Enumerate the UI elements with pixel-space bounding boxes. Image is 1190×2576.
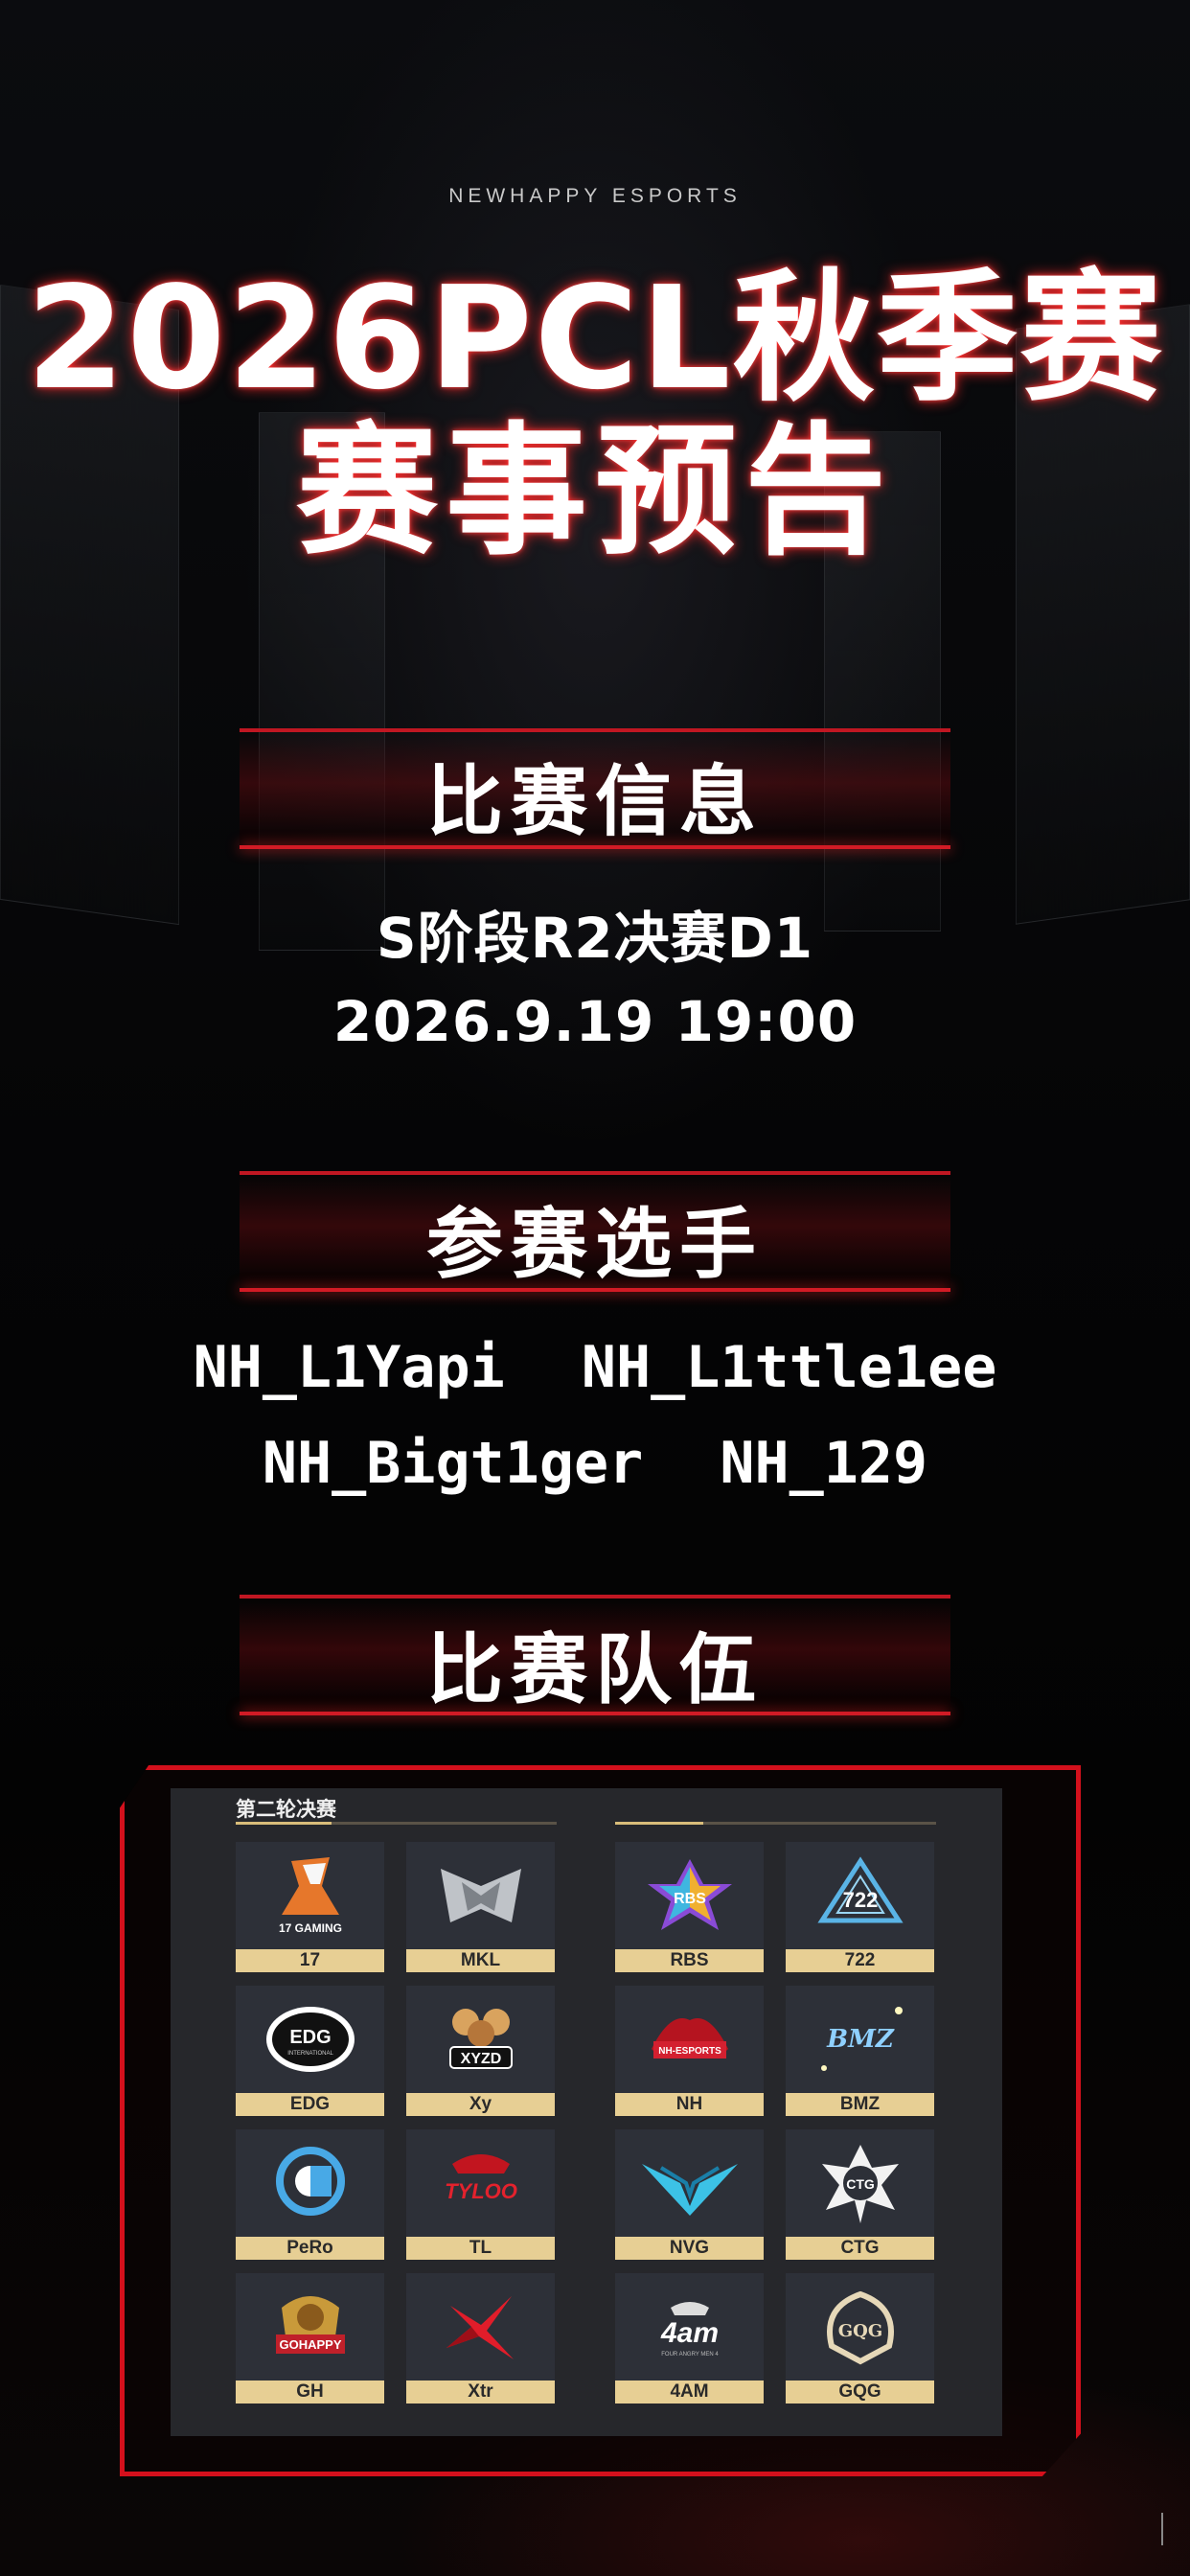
- divider-accent: [615, 1822, 703, 1825]
- team-tile: Xtr: [406, 2273, 555, 2404]
- team-17-logo: 17 GAMING: [236, 1842, 384, 1949]
- team-name: NH: [615, 2093, 764, 2116]
- team-tile: NVG: [615, 2129, 764, 2260]
- player-name: NH_Bigt1ger: [262, 1430, 644, 1497]
- team-tile: MKL: [406, 1842, 555, 1972]
- logo-text: BMZ: [826, 2025, 895, 2054]
- team-xy-logo: XYZD: [406, 1986, 555, 2093]
- team-4am-logo: 4am FOUR ANGRY MEN 4: [615, 2273, 764, 2380]
- brand-label: NEWHAPPY ESPORTS: [448, 185, 742, 207]
- logo-text: TYLOO: [445, 2179, 517, 2203]
- main-subtitle: 赛事预告: [296, 409, 894, 574]
- team-bmz-logo: BMZ: [786, 1986, 934, 2093]
- corner-mark: [1161, 2513, 1173, 2545]
- player-row: NH_L1Yapi NH_L1ttle1ee: [0, 1334, 1190, 1401]
- poster: NEWHAPPY ESPORTS 2026PCL秋季赛 赛事预告 比赛信息 S阶…: [0, 0, 1190, 2576]
- team-name: GQG: [786, 2380, 934, 2404]
- team-nvg-logo: [615, 2129, 764, 2237]
- logo-text: RBS: [674, 1891, 706, 1907]
- logo-text: 722: [842, 1888, 878, 1912]
- team-name: BMZ: [786, 2093, 934, 2116]
- logo-text: GQG: [837, 2321, 881, 2341]
- team-name: MKL: [406, 1949, 555, 1972]
- team-name: 17: [236, 1949, 384, 1972]
- team-name: EDG: [236, 2093, 384, 2116]
- team-tile: NH-ESPORTS NH: [615, 1986, 764, 2116]
- logo-text: 4am: [659, 2317, 718, 2349]
- team-tile: CTG CTG: [786, 2129, 934, 2260]
- player-name: NH_129: [720, 1430, 928, 1497]
- team-tile: GOHAPPY GH: [236, 2273, 384, 2404]
- player-row: NH_Bigt1ger NH_129: [0, 1430, 1190, 1497]
- team-xtr-logo: [406, 2273, 555, 2380]
- match-stage: S阶段R2决赛D1: [376, 906, 814, 971]
- team-name: CTG: [786, 2237, 934, 2260]
- section-title-info: 比赛信息: [426, 757, 764, 846]
- team-name: GH: [236, 2380, 384, 2404]
- team-rbs-logo: RBS: [615, 1842, 764, 1949]
- team-edg-logo: EDG INTERNATIONAL: [236, 1986, 384, 2093]
- team-gqg-logo: GQG: [786, 2273, 934, 2380]
- team-name: RBS: [615, 1949, 764, 1972]
- team-nh-logo: NH-ESPORTS: [615, 1986, 764, 2093]
- section-title-players: 参赛选手: [426, 1200, 764, 1289]
- round-label: 第二轮决赛: [236, 1798, 336, 1821]
- team-gh-logo: GOHAPPY: [236, 2273, 384, 2380]
- team-tile: TYLOO TL: [406, 2129, 555, 2260]
- team-tile: 722 722: [786, 1842, 934, 1972]
- team-tile: BMZ BMZ: [786, 1986, 934, 2116]
- team-mkl-logo: [406, 1842, 555, 1949]
- logo-text: XYZD: [460, 2051, 501, 2067]
- team-tl-logo: TYLOO: [406, 2129, 555, 2237]
- section-title-teams: 比赛队伍: [426, 1625, 764, 1714]
- divider-accent: [236, 1822, 332, 1825]
- team-tile: 17 GAMING 17: [236, 1842, 384, 1972]
- team-name: Xtr: [406, 2380, 555, 2404]
- team-name: NVG: [615, 2237, 764, 2260]
- team-pero-logo: [236, 2129, 384, 2237]
- team-name: 722: [786, 1949, 934, 1972]
- team-name: TL: [406, 2237, 555, 2260]
- team-tile: RBS RBS: [615, 1842, 764, 1972]
- team-722-logo: 722: [786, 1842, 934, 1949]
- logo-text: CTG: [846, 2176, 875, 2192]
- team-ctg-logo: CTG: [786, 2129, 934, 2237]
- team-tile: 4am FOUR ANGRY MEN 4 4AM: [615, 2273, 764, 2404]
- team-tile: PeRo: [236, 2129, 384, 2260]
- match-datetime: 2026.9.19 19:00: [332, 989, 858, 1054]
- logo-text: GOHAPPY: [279, 2337, 341, 2352]
- team-name: PeRo: [236, 2237, 384, 2260]
- team-name: Xy: [406, 2093, 555, 2116]
- logo-text: 17 GAMING: [278, 1921, 341, 1935]
- team-name: 4AM: [615, 2380, 764, 2404]
- logo-subtext: INTERNATIONAL: [287, 2051, 333, 2057]
- player-name: NH_L1ttle1ee: [581, 1334, 997, 1401]
- logo-text: NH-ESPORTS: [658, 2046, 721, 2057]
- logo-subtext: FOUR ANGRY MEN 4: [661, 2352, 719, 2358]
- player-name: NH_L1Yapi: [193, 1334, 505, 1401]
- team-tile: EDG INTERNATIONAL EDG: [236, 1986, 384, 2116]
- logo-text: EDG: [289, 2027, 331, 2048]
- team-tile: GQG GQG: [786, 2273, 934, 2404]
- team-tile: XYZD Xy: [406, 1986, 555, 2116]
